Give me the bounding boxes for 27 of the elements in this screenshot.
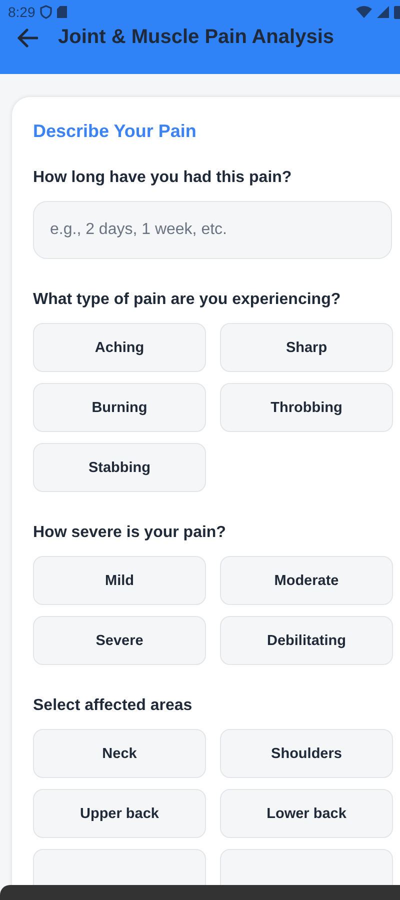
option-button[interactable]: Stabbing [33,443,206,492]
question-label: What type of pain are you experiencing? [33,291,342,309]
option-button[interactable]: Sharp [220,323,393,372]
question-label: Select affected areas [33,697,194,715]
input-field[interactable]: e.g., 2 days, 1 week, etc. [33,201,392,259]
option-button[interactable]: Severe [33,616,206,665]
card-title: Describe Your Pain [33,121,198,142]
shield-icon [40,5,52,19]
app-title: Joint & Muscle Pain Analysis [58,26,334,49]
wifi-icon [356,6,372,18]
option-button[interactable]: Throbbing [220,383,393,432]
option-button[interactable]: Burning [33,383,206,432]
option-button[interactable]: Neck [33,729,206,778]
option-button[interactable]: Lower back [220,789,393,838]
option-button[interactable]: Upper back [33,789,206,838]
question-label: How long have you had this pain? [33,169,293,187]
question-label: How severe is your pain? [33,524,227,542]
back-icon[interactable] [16,28,38,48]
option-button[interactable]: Mild [33,556,206,605]
option-button[interactable]: Aching [33,323,206,372]
option-button[interactable]: Debilitating [220,616,393,665]
option-button[interactable]: Shoulders [220,729,393,778]
sd-card-icon [57,6,68,18]
signal-icon [377,6,389,18]
battery-icon [394,6,400,18]
status-time: 8:29 [8,4,36,20]
option-button[interactable]: Moderate [220,556,393,605]
